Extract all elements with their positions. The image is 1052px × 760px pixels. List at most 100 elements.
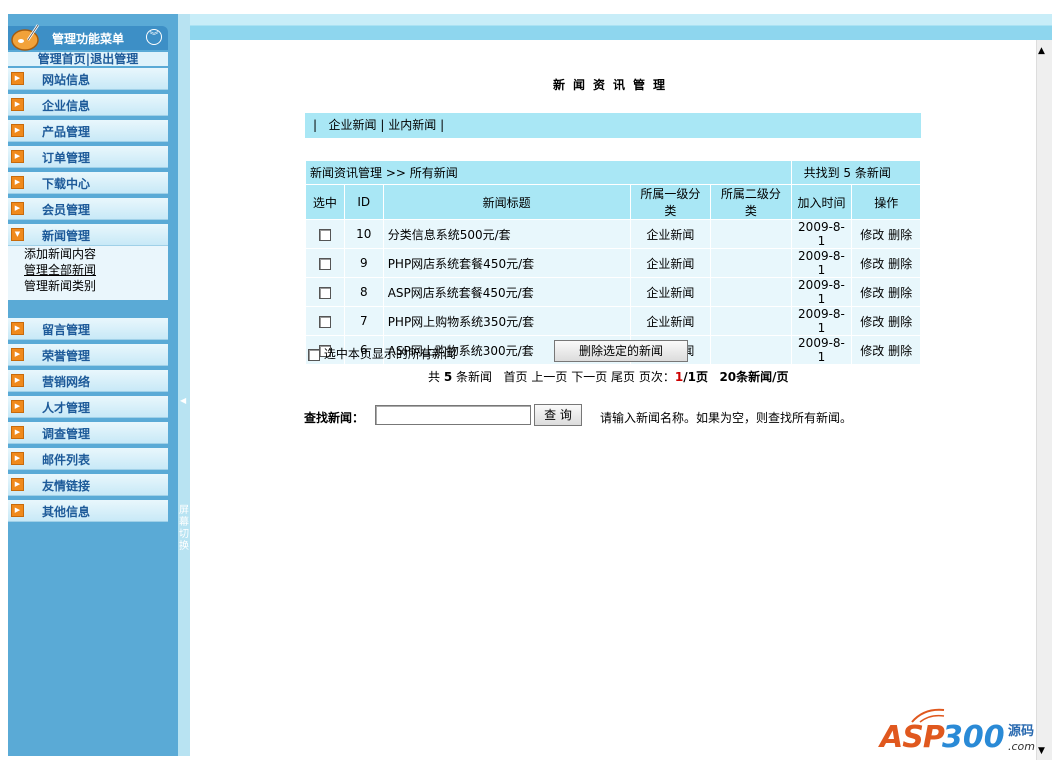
row-id: 10 xyxy=(343,219,384,249)
sidebar-item-other-info[interactable]: ▶ 其他信息 xyxy=(8,500,168,522)
col-date: 加入时间 xyxy=(790,184,853,220)
search-input[interactable] xyxy=(375,405,531,425)
row-actions: 修改 删除 xyxy=(851,248,921,278)
row-checkbox[interactable] xyxy=(318,286,331,299)
menu-links: 管理首页|退出管理 xyxy=(8,52,168,66)
screen-switch-toggle[interactable]: 屏幕切换 xyxy=(179,505,189,553)
pager-total-prefix: 共 xyxy=(428,370,441,384)
sidebar-item-news[interactable]: ▼ 新闻管理 xyxy=(8,224,168,246)
category-link-company-news[interactable]: 企业新闻 xyxy=(329,118,377,132)
row-date: 2009-8-1 xyxy=(790,335,853,365)
delete-link[interactable]: 删除 xyxy=(888,344,912,358)
row-date: 2009-8-1 xyxy=(790,277,853,307)
delete-link[interactable]: 删除 xyxy=(888,315,912,329)
delete-link[interactable]: 删除 xyxy=(888,228,912,242)
pager-current: 1 xyxy=(674,370,684,384)
delete-link[interactable]: 删除 xyxy=(888,286,912,300)
sidebar-item-label: 会员管理 xyxy=(42,203,91,217)
select-all-checkbox[interactable] xyxy=(308,348,320,361)
sidebar-item-site-info[interactable]: ▶ 网站信息 xyxy=(8,68,168,90)
pager-first[interactable]: 首页 xyxy=(504,370,528,384)
vertical-scrollbar[interactable] xyxy=(1036,40,1052,760)
sidebar-item-label: 荣誉管理 xyxy=(42,349,91,363)
sidebar: 管理功能菜单 ︾ 管理首页|退出管理 ▶ 网站信息 ▶ 企业信息 ▶ 产品管理 … xyxy=(8,14,178,756)
result-count: 共找到 5 条新闻 xyxy=(790,160,922,185)
row-title: PHP网上购物系统350元/套 xyxy=(382,306,631,336)
category-link-industry-news[interactable]: 业内新闻 xyxy=(388,118,436,132)
collapse-arrow-icon[interactable]: ◀ xyxy=(180,396,186,405)
sidebar-item-products[interactable]: ▶ 产品管理 xyxy=(8,120,168,142)
sidebar-item-orders[interactable]: ▶ 订单管理 xyxy=(8,146,168,168)
sidebar-item-mailing-list[interactable]: ▶ 邮件列表 xyxy=(8,448,168,470)
add-news-link[interactable]: 添加新闻内容 xyxy=(8,246,168,262)
sidebar-item-honors[interactable]: ▶ 荣誉管理 xyxy=(8,344,168,366)
arrow-right-icon: ▶ xyxy=(11,98,24,111)
search-hint: 请输入新闻名称。如果为空，则查找所有新闻。 xyxy=(600,411,853,425)
sidebar-item-company-info[interactable]: ▶ 企业信息 xyxy=(8,94,168,116)
frame-divider[interactable] xyxy=(178,14,190,756)
delete-link[interactable]: 删除 xyxy=(888,257,912,271)
table-row: 9 PHP网店系统套餐450元/套 企业新闻 2009-8-1 修改 删除 xyxy=(305,248,921,278)
row-date: 2009-8-1 xyxy=(790,248,853,278)
search-button[interactable]: 查 询 xyxy=(534,404,582,426)
watermark-yuanma: 源码 xyxy=(1008,724,1035,739)
row-category2 xyxy=(710,335,792,365)
row-checkbox[interactable] xyxy=(318,228,331,241)
edit-link[interactable]: 修改 xyxy=(860,286,884,300)
sidebar-item-label: 企业信息 xyxy=(42,99,91,113)
arrow-right-icon: ▶ xyxy=(11,426,24,439)
watermark-com: .com xyxy=(1008,740,1035,753)
delete-selected-button[interactable]: 删除选定的新闻 xyxy=(554,340,688,362)
scroll-up-icon[interactable]: ▲ xyxy=(1038,46,1045,56)
select-all-label[interactable]: 选中本页显示的所有新闻 xyxy=(324,347,456,361)
edit-link[interactable]: 修改 xyxy=(860,257,884,271)
arrow-right-icon: ▶ xyxy=(11,504,24,517)
arrow-right-icon: ▶ xyxy=(11,348,24,361)
row-select-cell xyxy=(305,219,345,249)
row-category2 xyxy=(710,219,792,249)
top-banner xyxy=(190,14,1052,40)
col-category2: 所属二级分类 xyxy=(710,184,792,220)
row-category1: 企业新闻 xyxy=(629,248,712,278)
pager-per-page: 20条新闻/页 xyxy=(719,370,789,384)
scroll-down-icon[interactable]: ▼ xyxy=(1038,746,1045,756)
edit-link[interactable]: 修改 xyxy=(860,344,884,358)
pager-last[interactable]: 尾页 xyxy=(611,370,635,384)
sidebar-item-friend-links[interactable]: ▶ 友情链接 xyxy=(8,474,168,496)
sidebar-item-label: 友情链接 xyxy=(42,479,91,493)
pager-prev[interactable]: 上一页 xyxy=(531,370,567,384)
row-checkbox[interactable] xyxy=(318,315,331,328)
table-header-bar: 新闻资讯管理 >> 所有新闻 共找到 5 条新闻 xyxy=(305,160,922,185)
sidebar-item-talent[interactable]: ▶ 人才管理 xyxy=(8,396,168,418)
manage-all-news-link[interactable]: 管理全部新闻 xyxy=(8,262,168,278)
collapse-icon[interactable]: ︾ xyxy=(146,29,162,45)
sidebar-item-label: 营销网络 xyxy=(42,375,91,389)
category-separator: | xyxy=(440,118,445,132)
category-separator: | xyxy=(313,118,318,132)
row-date: 2009-8-1 xyxy=(790,306,853,336)
arrow-right-icon: ▶ xyxy=(11,452,24,465)
edit-link[interactable]: 修改 xyxy=(860,315,884,329)
category-separator: | xyxy=(380,118,385,132)
sidebar-item-marketing[interactable]: ▶ 营销网络 xyxy=(8,370,168,392)
arrow-right-icon: ▶ xyxy=(11,202,24,215)
sidebar-item-label: 订单管理 xyxy=(42,151,91,165)
edit-link[interactable]: 修改 xyxy=(860,228,884,242)
watermark-asp: ASP xyxy=(880,720,945,755)
sidebar-item-members[interactable]: ▶ 会员管理 xyxy=(8,198,168,220)
search-label: 查找新闻： xyxy=(304,411,365,425)
col-title: 新闻标题 xyxy=(382,184,631,220)
watermark-300: 300 xyxy=(942,720,1005,755)
manage-news-categories-link[interactable]: 管理新闻类别 xyxy=(8,278,168,294)
sidebar-item-surveys[interactable]: ▶ 调查管理 xyxy=(8,422,168,444)
arrow-right-icon: ▶ xyxy=(11,400,24,413)
sidebar-item-messages[interactable]: ▶ 留言管理 xyxy=(8,318,168,340)
logout-link[interactable]: 退出管理 xyxy=(90,52,138,66)
admin-home-link[interactable]: 管理首页 xyxy=(38,52,86,66)
row-checkbox[interactable] xyxy=(318,257,331,270)
sidebar-item-downloads[interactable]: ▶ 下载中心 xyxy=(8,172,168,194)
col-select: 选中 xyxy=(305,184,345,220)
pagination: 共 5 条新闻 首页 上一页 下一页 尾页 页次：1/1页 20条新闻/页 xyxy=(428,368,789,385)
row-category1: 企业新闻 xyxy=(629,306,712,336)
pager-next[interactable]: 下一页 xyxy=(571,370,607,384)
